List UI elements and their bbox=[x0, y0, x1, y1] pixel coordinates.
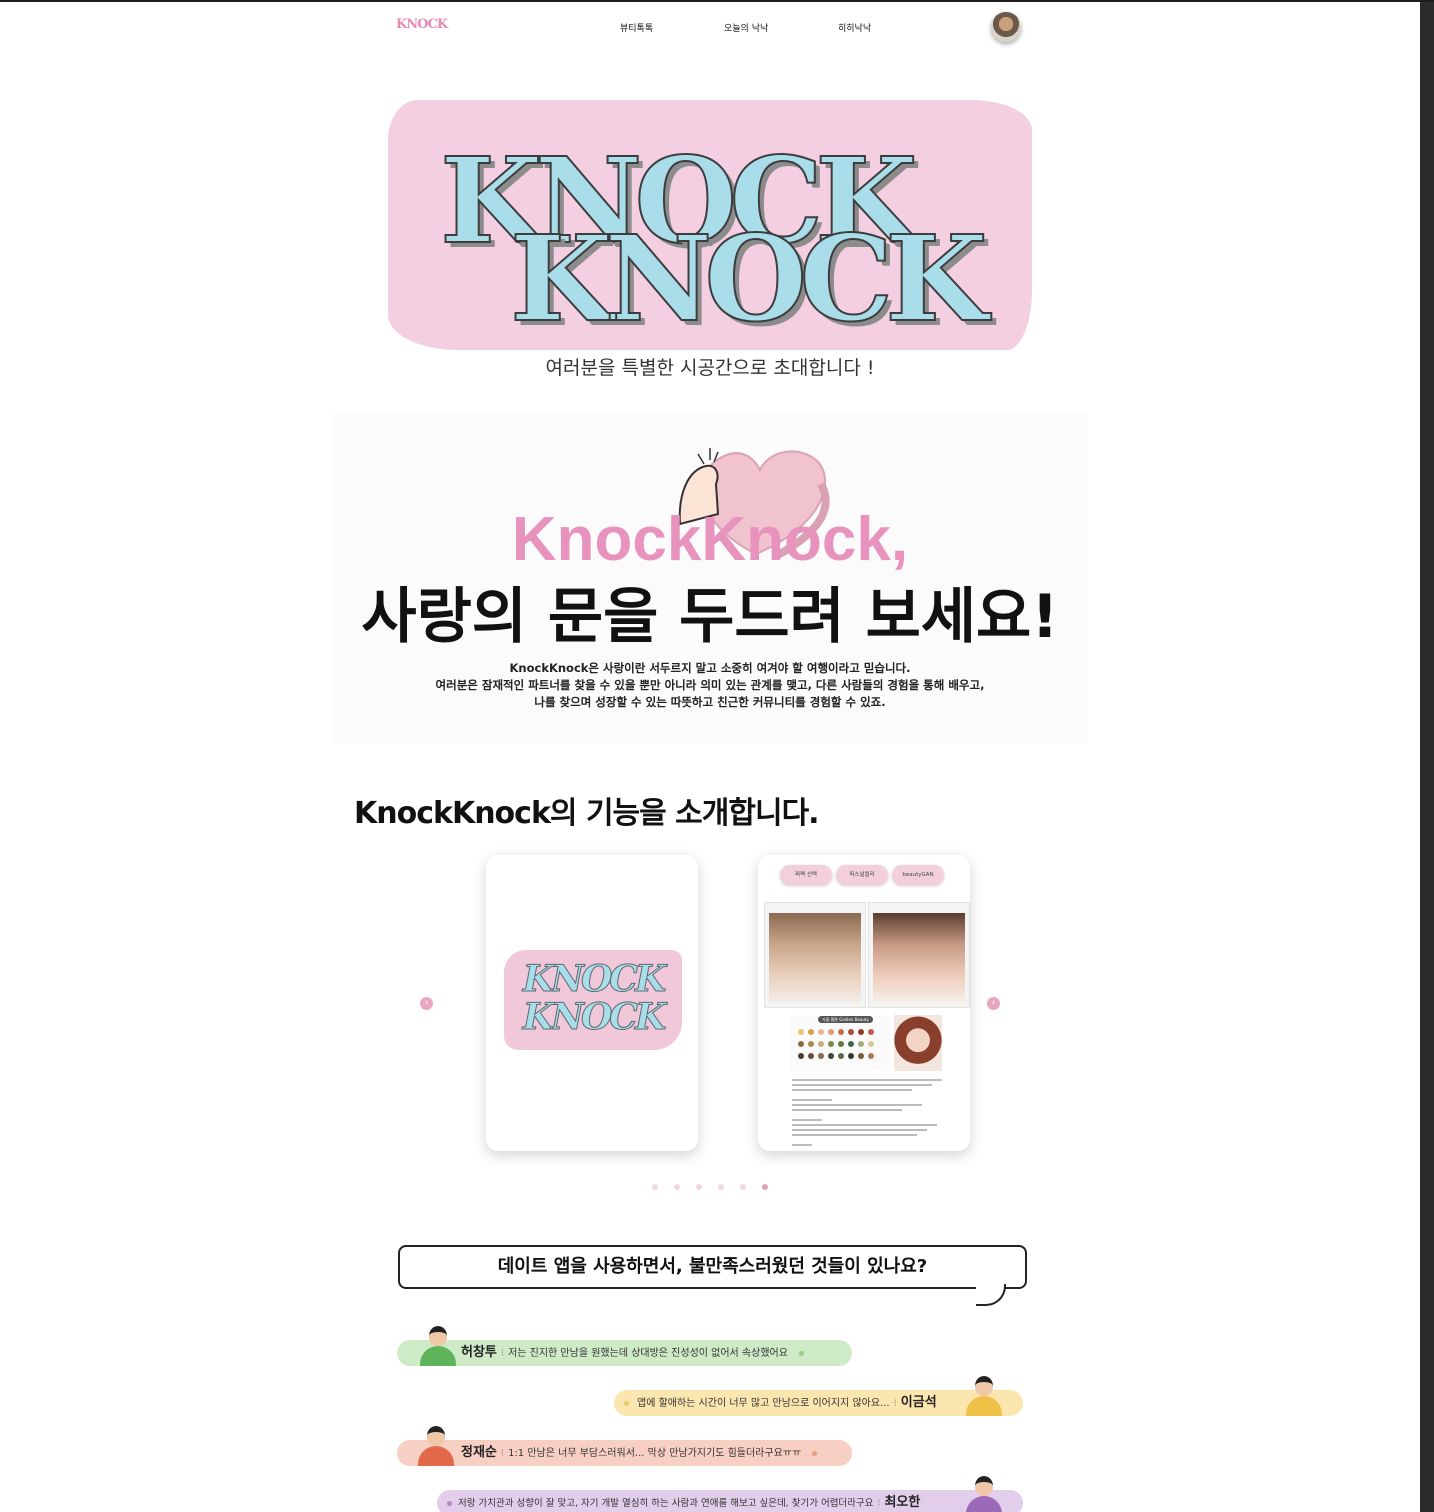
card-tab-2[interactable]: 퍼스널컬러 bbox=[836, 865, 888, 885]
complaint-name-2: 이금석 bbox=[900, 1395, 937, 1410]
nav-logo[interactable]: KNOCK bbox=[396, 17, 448, 32]
card-tab-1[interactable]: 퍼펙 선택 bbox=[780, 865, 832, 885]
carousel-dot[interactable] bbox=[740, 1184, 746, 1190]
complaint-row-1: 허창투 ⁝ 저는 진지한 만남을 원했는데 상대방은 진성성이 없어서 속상했어요 bbox=[397, 1340, 852, 1366]
hero-title-line2: KNOCK bbox=[509, 209, 989, 348]
complaint-row-2: 앱에 할애하는 시간이 너무 많고 만남으로 이어지지 않아요... ⁝ 이금석 bbox=[614, 1390, 1023, 1416]
style-illustration bbox=[894, 1015, 942, 1071]
intro-desc-line2: 여러분은 잠재적인 파트너를 찾을 수 있을 뿐만 아니라 의미 있는 관계를 … bbox=[435, 678, 985, 692]
intro-heading: 사랑의 문을 두드려 보세요! bbox=[361, 582, 1059, 652]
hero-subtitle: 여러분을 특별한 시공간으로 초대합니다 ! bbox=[545, 357, 875, 379]
nav-item-today[interactable]: 오늘의 낙낙 bbox=[724, 21, 768, 34]
card-logo-line2: KNOCK bbox=[522, 996, 667, 1039]
complaint-name-1: 허창투 bbox=[461, 1345, 497, 1360]
avatar-person-1 bbox=[420, 1326, 456, 1366]
carousel-dot[interactable] bbox=[762, 1184, 768, 1190]
face-before-image bbox=[764, 902, 866, 1008]
landing-page: KNOCK 뷰티톡톡 오늘의 낙낙 히히낙낙 KNOCK KNOCK 여러분을 … bbox=[0, 2, 1420, 1512]
complaint-row-4: 저랑 가치관과 성향이 잘 맞고, 자기 개발 열심히 하는 사람과 연애를 해… bbox=[437, 1490, 1023, 1512]
color-palette: 가을 웜톤 Golden Beauty bbox=[790, 1015, 890, 1071]
question-bubble: 데이트 앱을 사용하면서, 불만족스러웠던 것들이 있나요? bbox=[398, 1245, 1027, 1289]
complaint-name-3: 정재순 bbox=[461, 1445, 497, 1460]
complaint-name-4: 최오한 bbox=[884, 1495, 921, 1510]
card-logo-line1: KNOCK bbox=[522, 958, 667, 1001]
carousel-dot[interactable] bbox=[696, 1184, 702, 1190]
carousel-dot[interactable] bbox=[652, 1184, 658, 1190]
carousel-dot[interactable] bbox=[718, 1184, 724, 1190]
bubble-tail bbox=[976, 1284, 1006, 1306]
avatar-person-4 bbox=[966, 1476, 1002, 1512]
complaint-row-3: 정재순 ⁝ 1:1 만남은 너무 부담스러워서... 막상 만남가지기도 힘들더라구… bbox=[397, 1440, 852, 1466]
card-logo-brush: KNOCK KNOCK bbox=[504, 950, 682, 1050]
card-tab-3[interactable]: beautyGAN bbox=[892, 865, 944, 885]
carousel-next-button[interactable]: › bbox=[987, 997, 1000, 1010]
complaint-text-3: 1:1 만남은 너무 부담스러워서... 막상 만남가지기도 힘들더라구요ㅠㅠ bbox=[508, 1448, 802, 1459]
intro-desc-line3: 나를 찾으며 성장할 수 있는 따뜻하고 친근한 커뮤니티를 경험할 수 있죠. bbox=[534, 695, 886, 709]
feature-card-beauty[interactable]: 퍼펙 선택 퍼스널컬러 beautyGAN 가을 웜톤 Golden Beaut… bbox=[758, 855, 970, 1151]
avatar-person-2 bbox=[966, 1376, 1002, 1416]
palette-label: 가을 웜톤 Golden Beauty bbox=[818, 1016, 873, 1023]
face-after-image bbox=[868, 902, 970, 1008]
profile-avatar[interactable] bbox=[991, 12, 1021, 42]
nav-item-hihi[interactable]: 히히낙낙 bbox=[838, 21, 871, 34]
features-title: KnockKnock의 기능을 소개합니다. bbox=[354, 796, 820, 831]
complaint-text-2: 앱에 할애하는 시간이 너무 많고 만남으로 이어지지 않아요... bbox=[637, 1398, 890, 1409]
avatar-person-3 bbox=[418, 1426, 454, 1466]
intro-title: KnockKnock, bbox=[511, 505, 909, 574]
feature-card-logo[interactable]: KNOCK KNOCK bbox=[486, 855, 698, 1151]
carousel-dot[interactable] bbox=[674, 1184, 680, 1190]
complaint-text-4: 저랑 가치관과 성향이 잘 맞고, 자기 개발 열심히 하는 사람과 연애를 해… bbox=[458, 1498, 874, 1509]
nav-item-beauty-talk[interactable]: 뷰티톡톡 bbox=[620, 21, 653, 34]
complaint-text-1: 저는 진지한 만남을 원했는데 상대방은 진성성이 없어서 속상했어요 bbox=[508, 1348, 788, 1359]
carousel-prev-button[interactable]: ‹ bbox=[420, 997, 433, 1010]
intro-desc-line1: KnockKnock은 사랑이란 서두르지 말고 소중히 여겨야 할 여행이라고… bbox=[509, 661, 911, 675]
